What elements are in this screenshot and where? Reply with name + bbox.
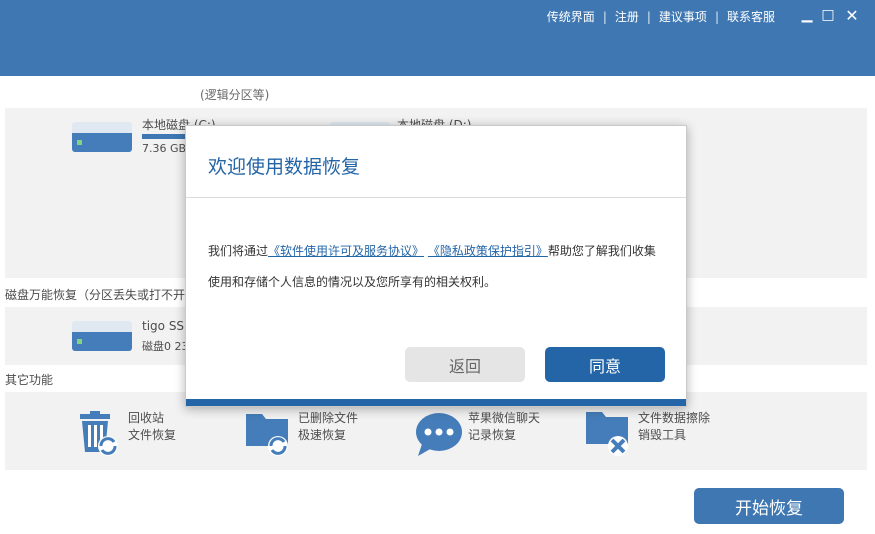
- dialog-bottom-bar: [186, 399, 686, 406]
- back-button[interactable]: 返回: [405, 347, 525, 382]
- dialog-title: 欢迎使用数据恢复: [208, 156, 361, 178]
- privacy-policy-link[interactable]: 《隐私政策保护指引》: [428, 244, 548, 258]
- license-agreement-link[interactable]: 《软件使用许可及服务协议》: [268, 244, 424, 258]
- agree-button[interactable]: 同意: [545, 347, 665, 382]
- dialog-body: 我们将通过《软件使用许可及服务协议》 《隐私政策保护指引》帮助您了解我们收集 使…: [208, 236, 668, 298]
- body-text: 帮助您了解我们收集: [547, 244, 656, 258]
- body-text: 我们将通过: [208, 244, 269, 258]
- dialog-divider: [186, 197, 686, 198]
- body-text: 使用和存储个人信息的情况以及您所享有的相关权利。: [208, 275, 497, 289]
- welcome-dialog: 欢迎使用数据恢复 我们将通过《软件使用许可及服务协议》 《隐私政策保护指引》帮助…: [185, 125, 687, 407]
